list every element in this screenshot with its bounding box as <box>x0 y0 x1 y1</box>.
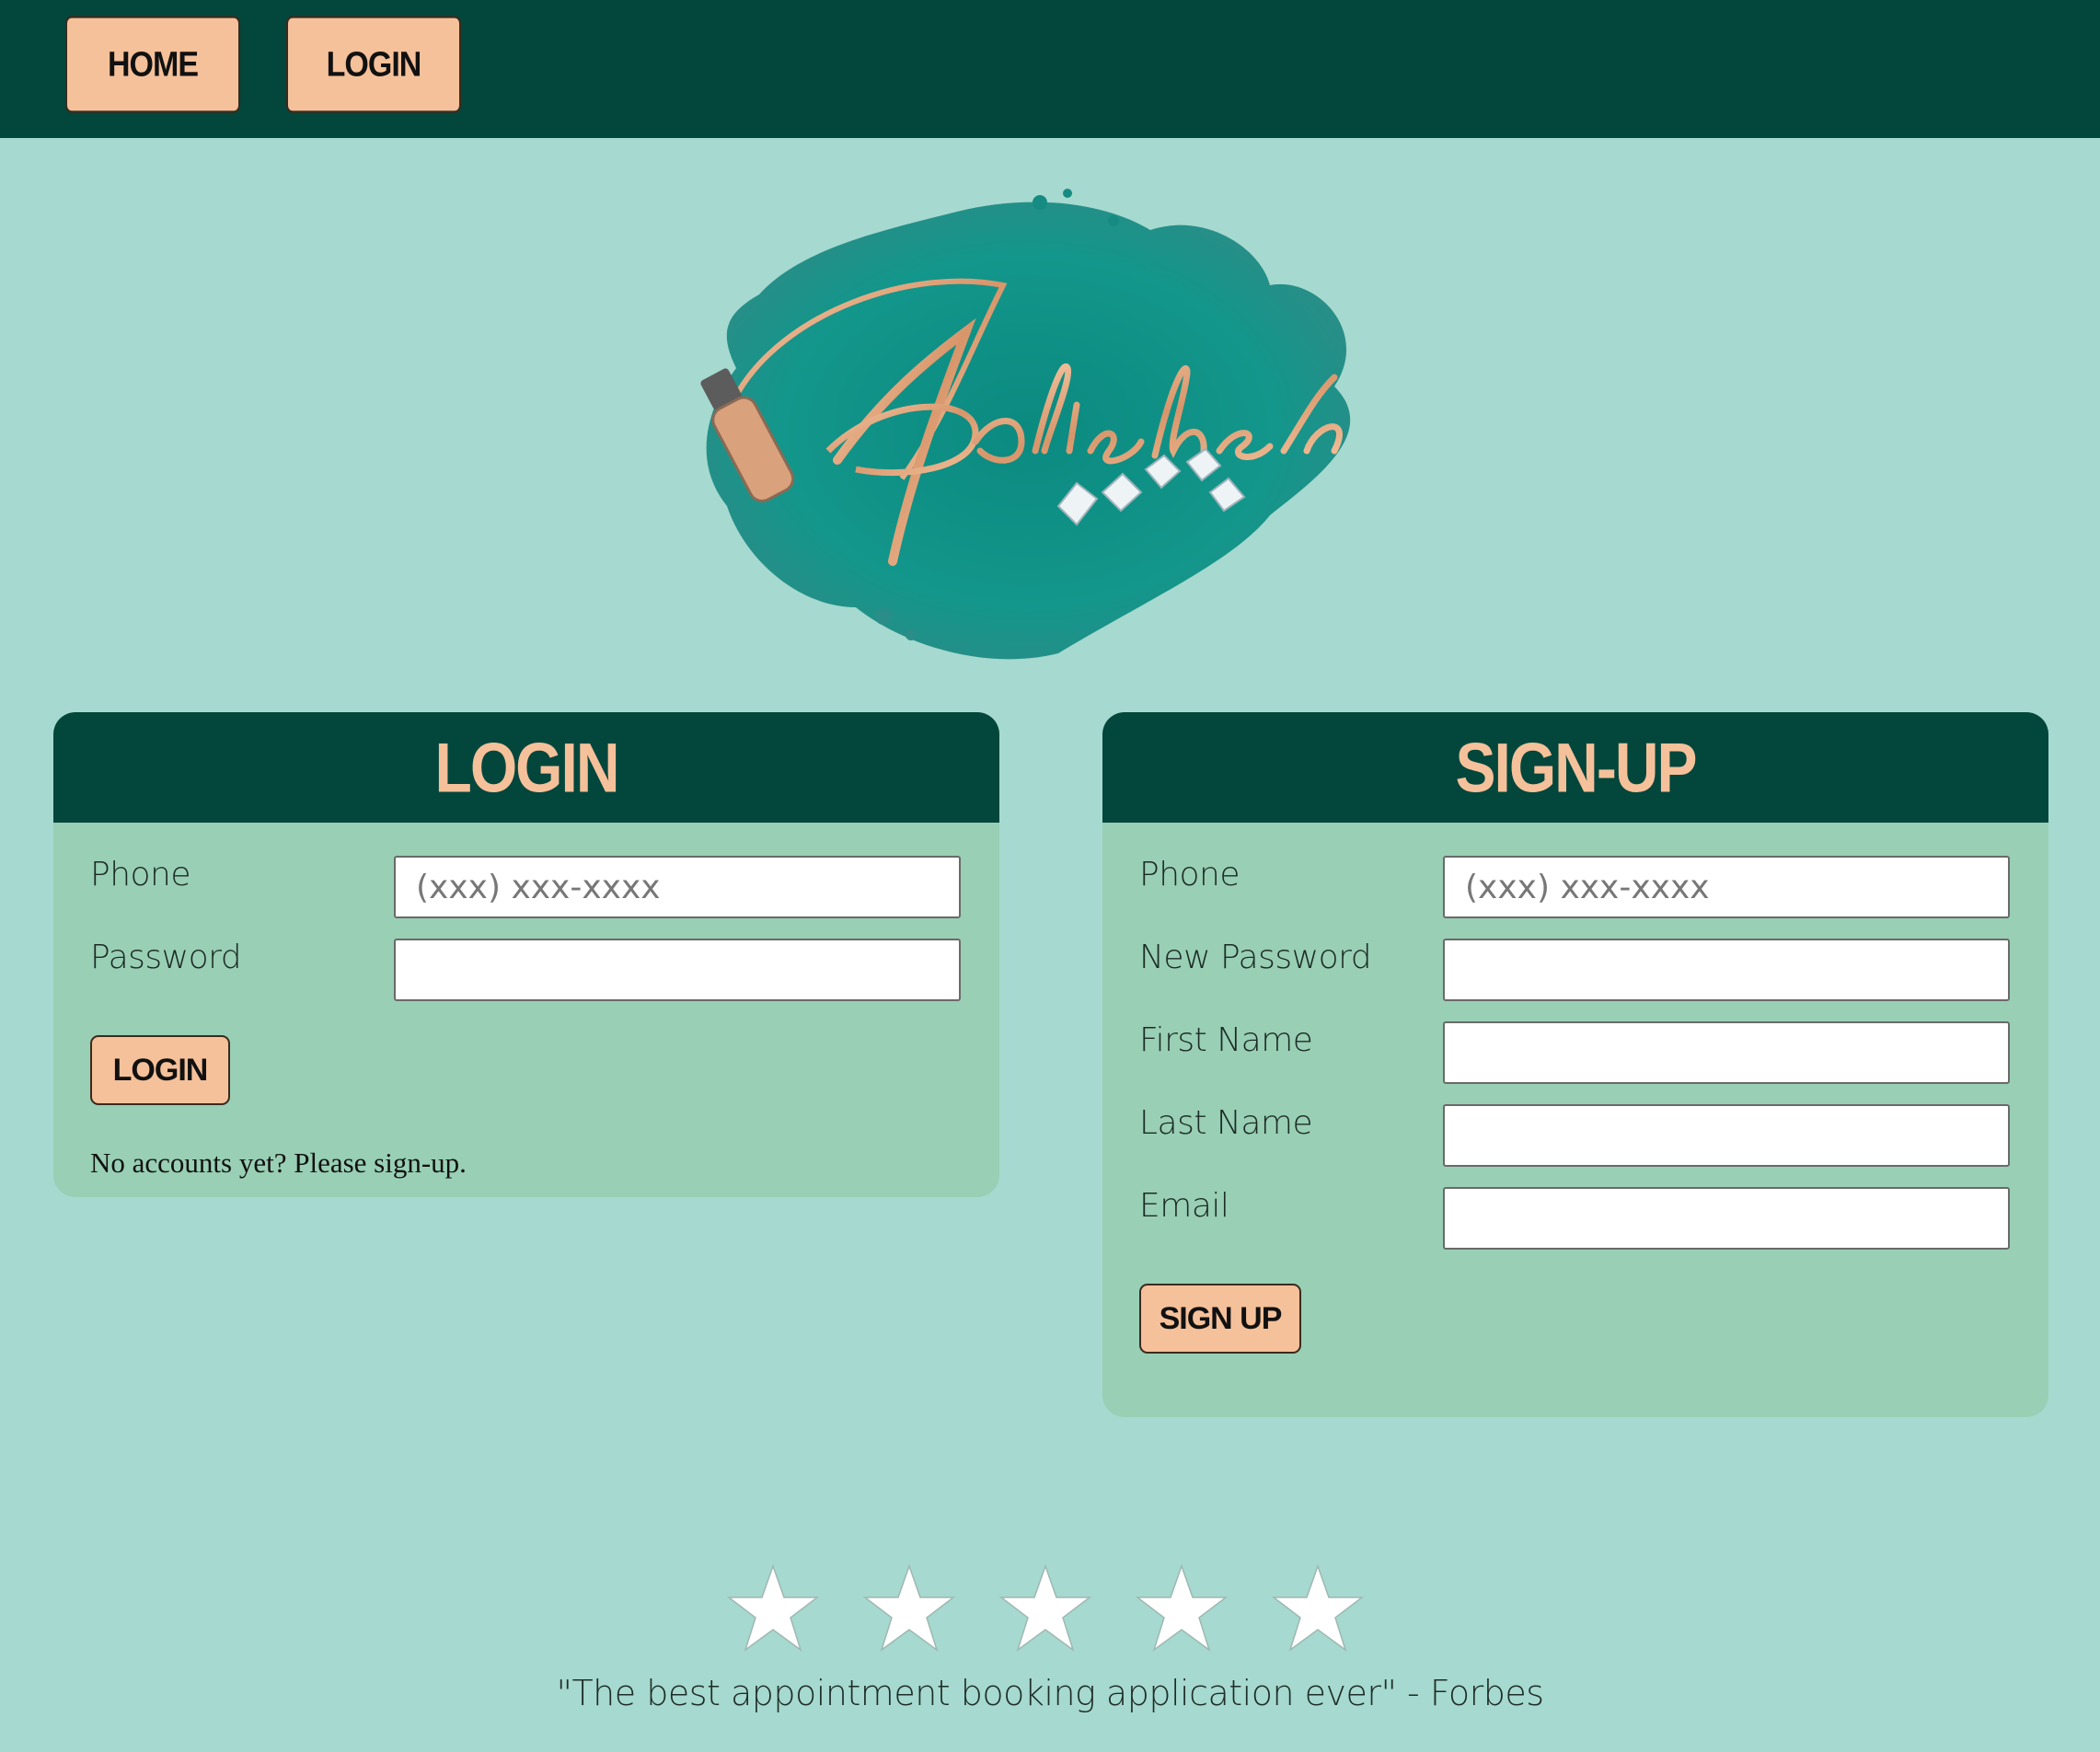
signup-email-input[interactable] <box>1443 1187 2010 1250</box>
signup-first-name-label: First Name <box>1139 1021 1313 1059</box>
nav-login-button[interactable]: LOGIN <box>286 16 461 113</box>
signup-panel: SIGN-UP Phone New Password First Name La… <box>1102 712 2048 1417</box>
login-password-input[interactable] <box>394 939 961 1001</box>
signup-last-name-row: Last Name <box>1102 1104 2048 1169</box>
signup-new-password-row: New Password <box>1102 939 2048 1003</box>
signup-title: SIGN-UP <box>1455 728 1697 807</box>
star-icon <box>863 1563 955 1652</box>
top-nav-bar: HOME LOGIN <box>0 0 2100 138</box>
nav-home-button[interactable]: HOME <box>65 16 240 113</box>
signup-email-label: Email <box>1139 1187 1229 1225</box>
signup-panel-header: SIGN-UP <box>1102 712 2048 823</box>
signup-first-name-row: First Name <box>1102 1021 2048 1086</box>
login-submit-button[interactable]: LOGIN <box>90 1035 230 1105</box>
testimonial-quote: "The best appointment booking applicatio… <box>556 1673 1544 1713</box>
login-panel: LOGIN Phone Password LOGIN No accounts y… <box>53 712 999 1197</box>
login-password-label: Password <box>90 939 242 976</box>
star-icon <box>1136 1563 1228 1652</box>
signup-phone-input[interactable] <box>1443 856 2010 918</box>
star-icon <box>999 1563 1091 1652</box>
login-phone-input[interactable] <box>394 856 961 918</box>
login-phone-label: Phone <box>90 856 191 893</box>
signup-first-name-input[interactable] <box>1443 1021 2010 1084</box>
login-panel-header: LOGIN <box>53 712 999 823</box>
signup-last-name-label: Last Name <box>1139 1104 1313 1142</box>
polished-logo <box>672 175 1408 672</box>
signup-hint-text: No accounts yet? Please sign-up. <box>90 1147 467 1179</box>
star-icon <box>727 1563 819 1652</box>
login-title: LOGIN <box>434 728 620 807</box>
signup-new-password-label: New Password <box>1139 939 1372 976</box>
signup-submit-button[interactable]: SIGN UP <box>1139 1284 1301 1354</box>
login-password-row: Password <box>53 939 999 1003</box>
login-phone-row: Phone <box>53 856 999 920</box>
signup-new-password-input[interactable] <box>1443 939 2010 1001</box>
signup-email-row: Email <box>1102 1187 2048 1251</box>
signup-last-name-input[interactable] <box>1443 1104 2010 1167</box>
star-icon <box>1272 1563 1364 1652</box>
rating-stars <box>727 1561 1371 1662</box>
signup-phone-label: Phone <box>1139 856 1240 893</box>
signup-phone-row: Phone <box>1102 856 2048 920</box>
